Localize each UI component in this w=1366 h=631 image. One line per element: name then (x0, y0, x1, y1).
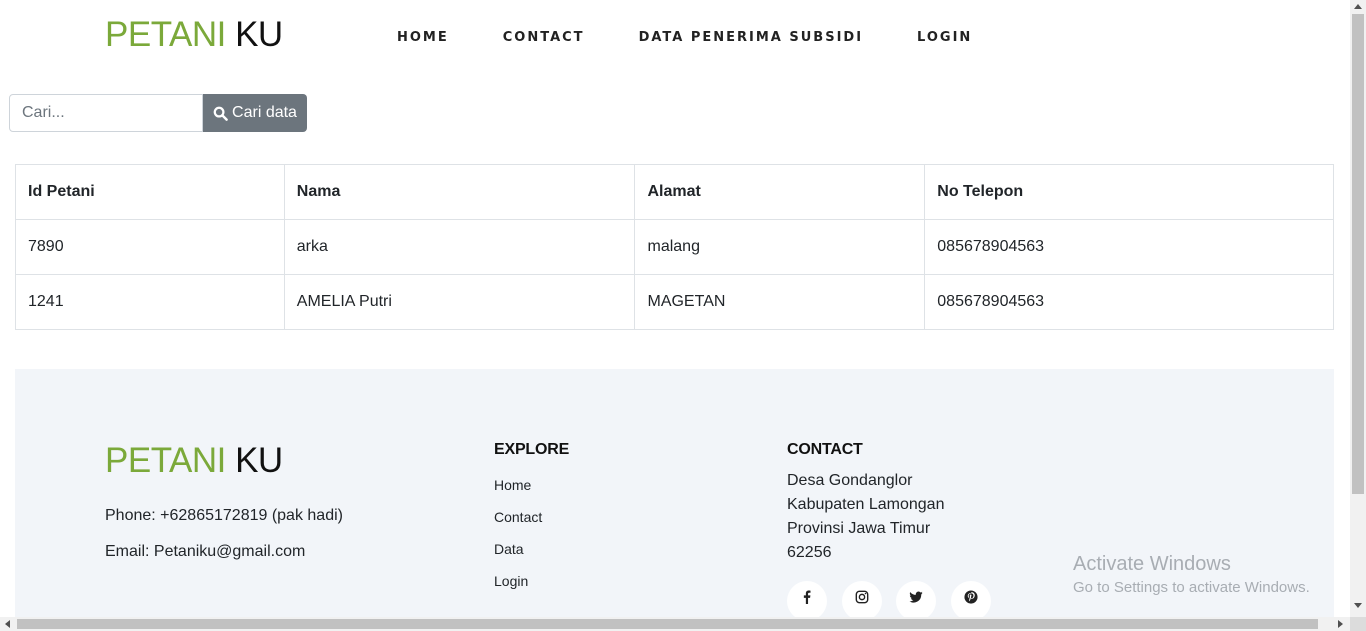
footer-phone: Phone: +62865172819 (pak hadi) (105, 507, 343, 524)
footer-brand-part2: KU (235, 441, 283, 480)
nav-data-penerima-subsidi[interactable]: DATA PENERIMA SUBSIDI (639, 30, 863, 46)
horizontal-scroll-thumb[interactable] (17, 619, 1318, 629)
facebook-button[interactable] (787, 581, 827, 621)
nav-login[interactable]: LOGIN (917, 30, 972, 46)
table-header-row: Id Petani Nama Alamat No Telepon (15, 164, 1334, 220)
footer-brand-logo: PETANI KU (105, 441, 283, 481)
twitter-icon (909, 591, 923, 603)
horizontal-scrollbar[interactable] (0, 617, 1350, 631)
search-button[interactable]: Cari data (203, 94, 307, 132)
address-line-2: Kabupaten Lamongan (787, 496, 945, 513)
brand-logo[interactable]: PETANI KU (105, 15, 283, 55)
cell-nama: AMELIA Putri (283, 274, 636, 330)
scroll-left-arrow-icon[interactable] (5, 620, 10, 628)
contact-heading: CONTACT (787, 441, 863, 458)
footer-link-home[interactable]: Home (494, 477, 531, 493)
footer-email: Email: Petaniku@gmail.com (105, 543, 306, 560)
search-button-label: Cari data (232, 104, 297, 121)
vertical-scroll-thumb[interactable] (1352, 14, 1364, 494)
footer-link-contact[interactable]: Contact (494, 509, 542, 525)
column-header-nama: Nama (283, 164, 636, 220)
address-line-4: 62256 (787, 544, 832, 561)
cell-id: 7890 (15, 219, 285, 275)
table-row: 1241 AMELIA Putri MAGETAN 085678904563 (15, 274, 1334, 330)
nav-contact[interactable]: CONTACT (503, 30, 585, 46)
column-header-telepon: No Telepon (924, 164, 1334, 220)
site-footer: PETANI KU Phone: +62865172819 (pak hadi)… (15, 369, 1334, 631)
cell-alamat: MAGETAN (634, 274, 926, 330)
pinterest-icon (964, 590, 978, 604)
facebook-icon (803, 590, 811, 604)
brand-part1: PETANI (105, 15, 226, 54)
search-form: Cari data (9, 94, 307, 132)
activate-windows-subtitle: Go to Settings to activate Windows. (1073, 579, 1310, 596)
main-nav: HOME CONTACT DATA PENERIMA SUBSIDI LOGIN (397, 30, 972, 46)
footer-link-login[interactable]: Login (494, 573, 528, 589)
table-row: 7890 arka malang 085678904563 (15, 219, 1334, 275)
vertical-scrollbar[interactable] (1350, 0, 1366, 617)
site-header: PETANI KU HOME CONTACT DATA PENERIMA SUB… (0, 0, 1350, 78)
scrollbar-corner (1350, 617, 1366, 631)
footer-brand-part1: PETANI (105, 441, 226, 480)
brand-part2: KU (235, 15, 283, 54)
column-header-alamat: Alamat (634, 164, 926, 220)
activate-windows-title: Activate Windows (1073, 553, 1231, 575)
cell-telepon: 085678904563 (924, 274, 1334, 330)
pinterest-button[interactable] (951, 581, 991, 621)
twitter-button[interactable] (896, 581, 936, 621)
cell-telepon: 085678904563 (924, 219, 1334, 275)
scroll-down-arrow-icon[interactable] (1354, 603, 1362, 608)
search-input[interactable] (9, 94, 203, 132)
address-line-1: Desa Gondanglor (787, 472, 913, 489)
footer-link-data[interactable]: Data (494, 541, 524, 557)
column-header-id: Id Petani (15, 164, 285, 220)
explore-heading: EXPLORE (494, 441, 570, 458)
instagram-icon (855, 590, 869, 604)
farmer-table: Id Petani Nama Alamat No Telepon 7890 ar… (15, 164, 1334, 330)
nav-home[interactable]: HOME (397, 30, 449, 46)
search-icon (213, 106, 228, 121)
cell-nama: arka (283, 219, 636, 275)
scroll-right-arrow-icon[interactable] (1338, 620, 1343, 628)
instagram-button[interactable] (842, 581, 882, 621)
scroll-up-arrow-icon[interactable] (1354, 4, 1362, 9)
cell-alamat: malang (634, 219, 926, 275)
cell-id: 1241 (15, 274, 285, 330)
address-line-3: Provinsi Jawa Timur (787, 520, 931, 537)
